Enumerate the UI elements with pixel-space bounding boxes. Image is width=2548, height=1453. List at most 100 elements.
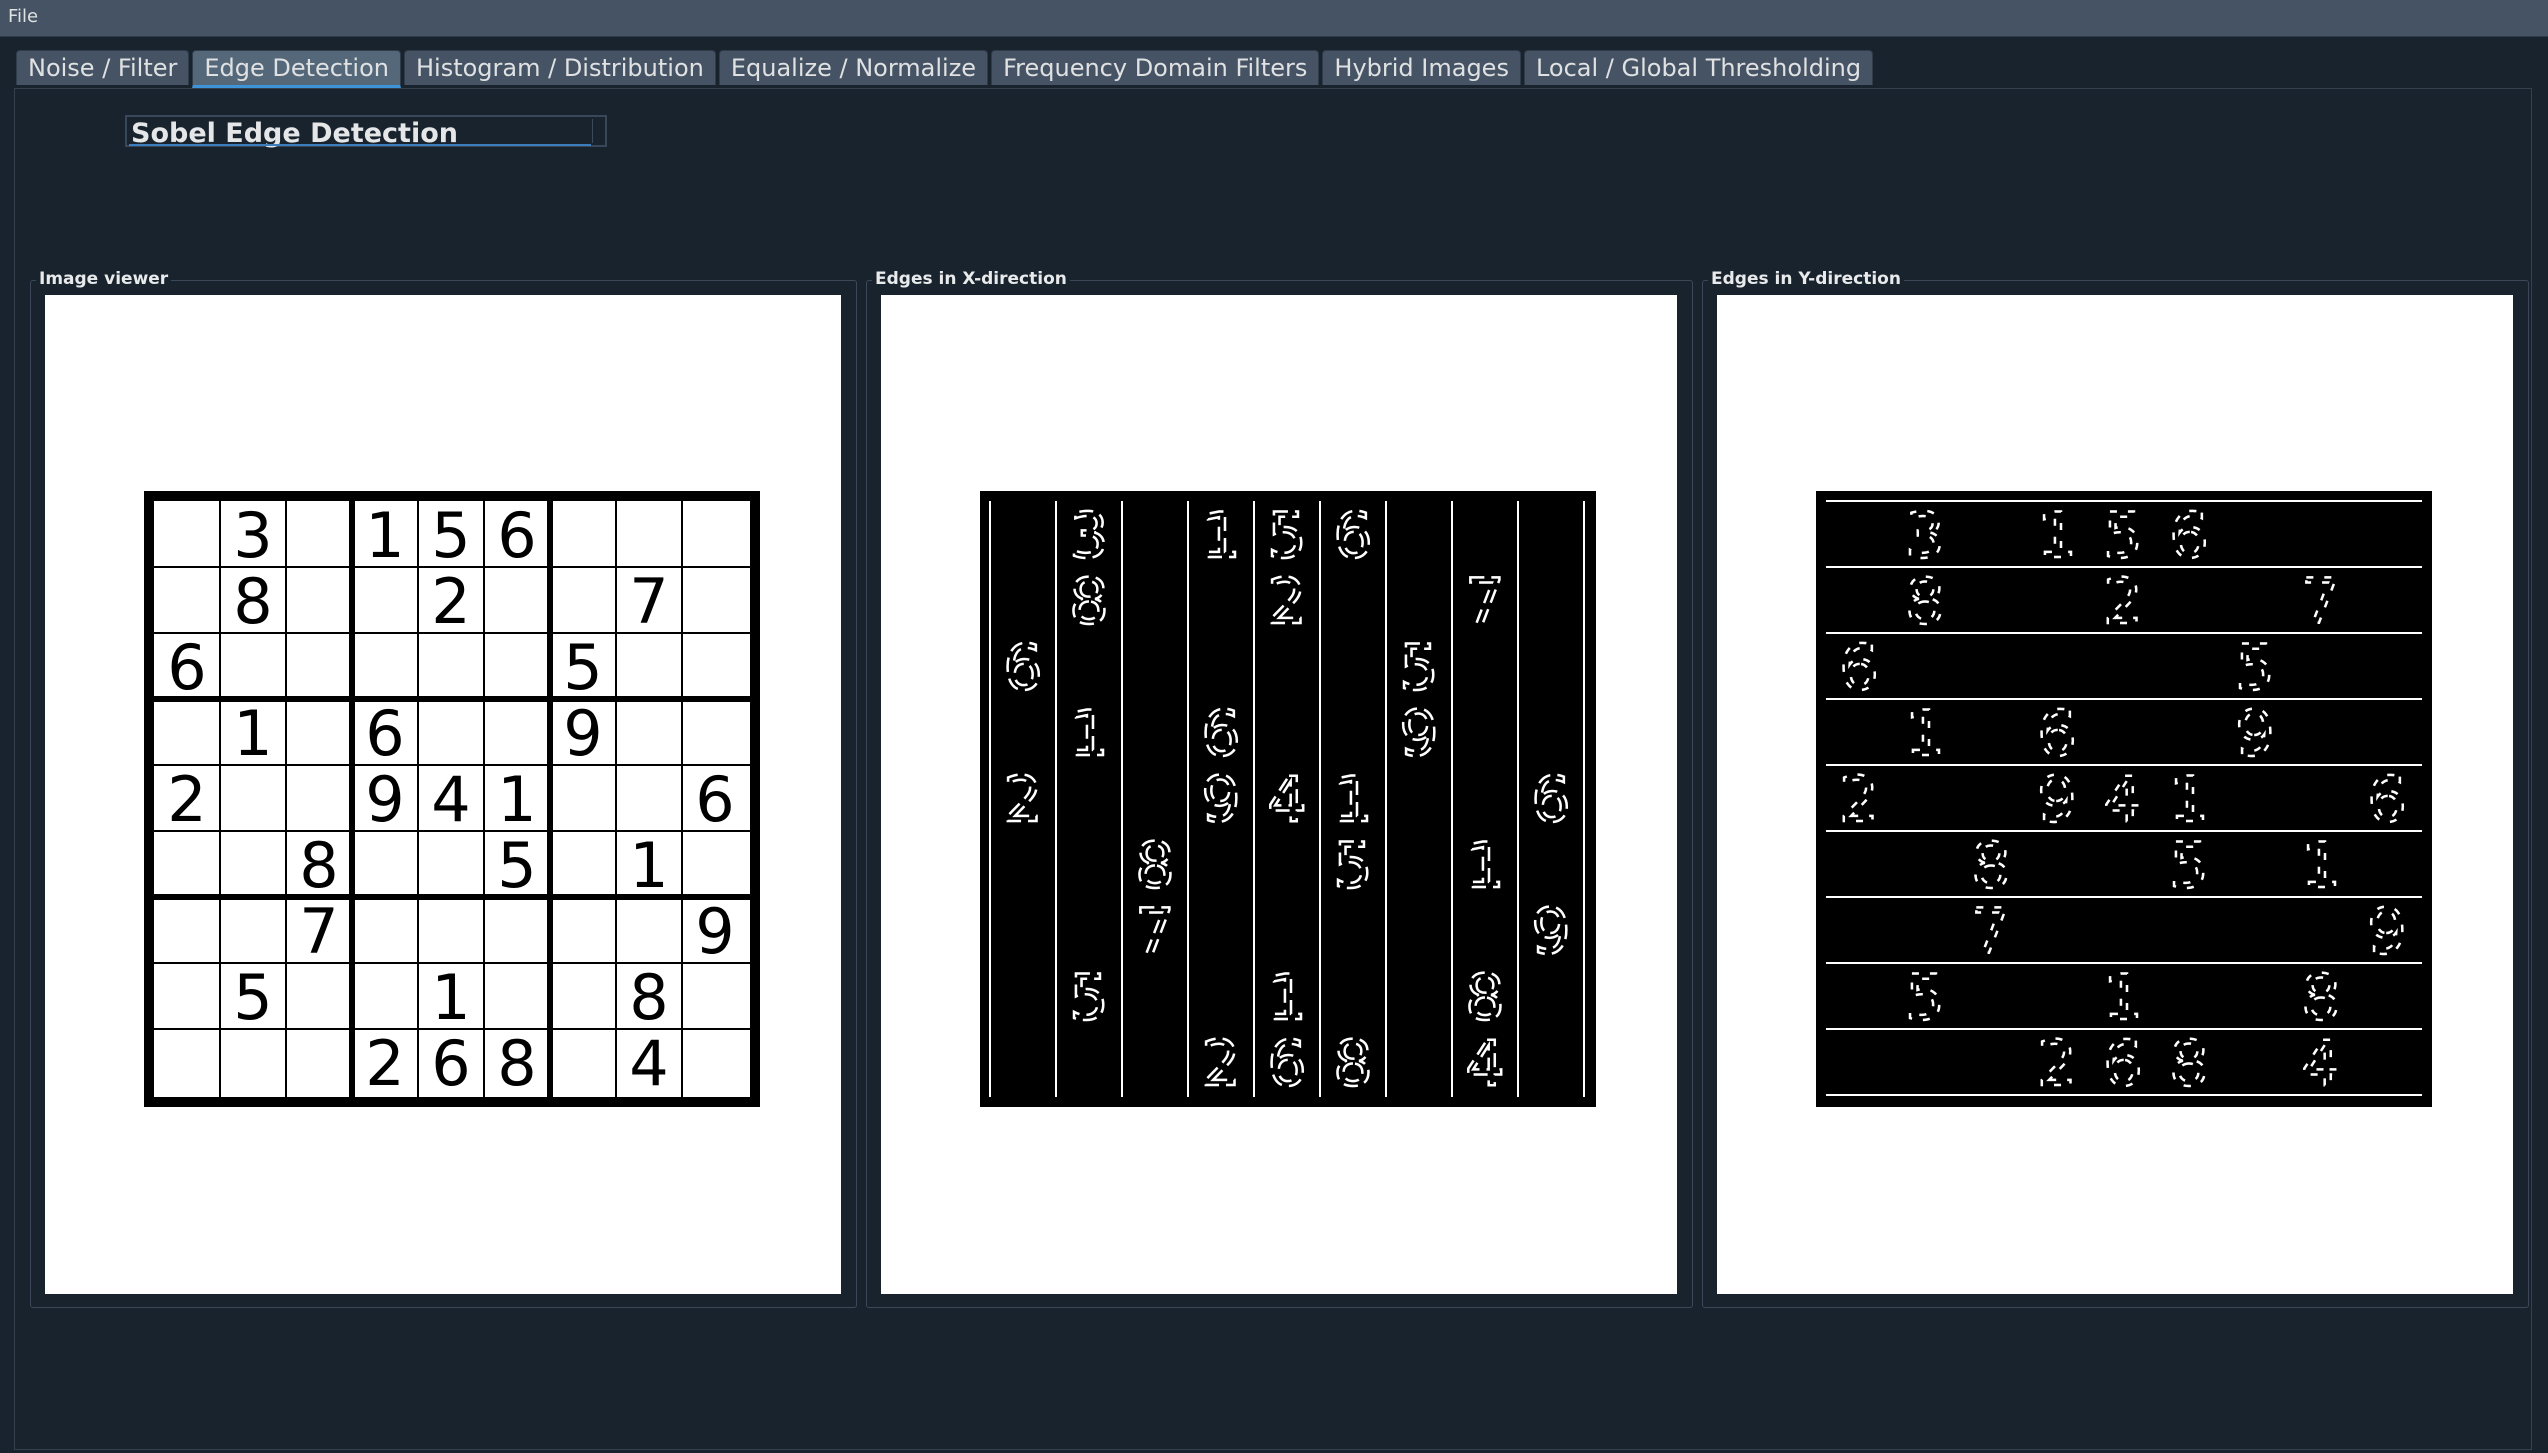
chevron-down-icon[interactable] bbox=[592, 119, 603, 143]
sudoku-digit: 8 bbox=[1333, 1027, 1372, 1100]
sudoku-digit: 8 bbox=[2301, 961, 2340, 1034]
sudoku-digit: 7 bbox=[2301, 565, 2340, 638]
sudoku-digit: 4 bbox=[1267, 763, 1306, 836]
x-edges-title: Edges in X-direction bbox=[872, 269, 1070, 289]
sudoku-digit: 1 bbox=[1465, 829, 1504, 902]
sudoku-digit: 8 bbox=[629, 961, 668, 1034]
sudoku-digit: 6 bbox=[497, 499, 536, 572]
sudoku-digit: 8 bbox=[497, 1027, 536, 1100]
sudoku-digit: 4 bbox=[2103, 763, 2142, 836]
sudoku-digit: 5 bbox=[2169, 829, 2208, 902]
sudoku-digit: 3 bbox=[1905, 499, 1944, 572]
sudoku-digit: 4 bbox=[629, 1027, 668, 1100]
sudoku-digit: 7 bbox=[1135, 895, 1174, 968]
sudoku-digit: 6 bbox=[431, 1027, 470, 1100]
sudoku-digit: 1 bbox=[1333, 763, 1372, 836]
tab-edge-detection[interactable]: Edge Detection bbox=[192, 50, 401, 88]
sudoku-digit: 1 bbox=[431, 961, 470, 1034]
tab-histogram-distribution[interactable]: Histogram / Distribution bbox=[403, 50, 716, 85]
tab-noise-filter[interactable]: Noise / Filter bbox=[16, 50, 190, 85]
sudoku-digit: 8 bbox=[233, 565, 272, 638]
sudoku-digit: 2 bbox=[2103, 565, 2142, 638]
sudoku-digit: 1 bbox=[629, 829, 668, 902]
sudoku-digit: 6 bbox=[2169, 499, 2208, 572]
sudoku-digit: 1 bbox=[2037, 499, 2076, 572]
x-edges-group: Edges in X-direction 3156827651692941685… bbox=[866, 269, 1693, 1308]
tab-bar: Noise / Filter Edge Detection Histogram … bbox=[16, 50, 1876, 88]
sudoku-digit: 9 bbox=[1201, 763, 1240, 836]
sudoku-digit: 1 bbox=[497, 763, 536, 836]
tab-frequency-domain-filters[interactable]: Frequency Domain Filters bbox=[991, 50, 1320, 85]
sudoku-digit: 4 bbox=[2301, 1027, 2340, 1100]
sudoku-digit: 5 bbox=[2103, 499, 2142, 572]
sudoku-digit: 9 bbox=[563, 697, 602, 770]
sudoku-digit: 9 bbox=[695, 895, 734, 968]
select-focus-underline bbox=[129, 144, 591, 146]
sudoku-digit: 6 bbox=[1201, 697, 1240, 770]
x-edges-svg: 3 1 5 68 2 76 51 6 92 9 4 1 68 5 17 95 1 82 6 8 4 bbox=[980, 491, 1596, 1107]
sudoku-digit: 6 bbox=[2367, 763, 2406, 836]
sudoku-digit: 7 bbox=[1971, 895, 2010, 968]
sudoku-digit: 5 bbox=[2235, 631, 2274, 704]
sudoku-digit: 1 bbox=[365, 499, 404, 572]
sudoku-digit: 7 bbox=[299, 895, 338, 968]
sudoku-digit: 5 bbox=[1905, 961, 1944, 1034]
sudoku-digit: 8 bbox=[2169, 1027, 2208, 1100]
sudoku-digit: 5 bbox=[1267, 499, 1306, 572]
menu-bar: File bbox=[0, 0, 2548, 37]
sudoku-digit: 6 bbox=[1267, 1027, 1306, 1100]
sudoku-digit: 2 bbox=[167, 763, 206, 836]
sudoku-digit: 1 bbox=[1905, 697, 1944, 770]
y-edges-canvas[interactable]: 31568276516929416851795182684 bbox=[1717, 295, 2513, 1294]
sudoku-digit: 4 bbox=[1465, 1027, 1504, 1100]
sudoku-digit: 8 bbox=[1069, 565, 1108, 638]
sudoku-digit: 2 bbox=[431, 565, 470, 638]
sudoku-digit: 1 bbox=[2301, 829, 2340, 902]
sudoku-digit: 1 bbox=[1267, 961, 1306, 1034]
sudoku-digit: 5 bbox=[1333, 829, 1372, 902]
y-edges-image: 31568276516929416851795182684 bbox=[1816, 491, 2432, 1107]
sudoku-digit: 6 bbox=[167, 631, 206, 704]
image-viewer-title: Image viewer bbox=[36, 269, 172, 289]
sudoku-digit: 6 bbox=[1839, 631, 1878, 704]
sudoku-digit: 5 bbox=[497, 829, 536, 902]
sudoku-digit: 6 bbox=[365, 697, 404, 770]
sudoku-digit: 9 bbox=[2037, 763, 2076, 836]
sudoku-digit: 6 bbox=[1003, 631, 1042, 704]
tab-equalize-normalize[interactable]: Equalize / Normalize bbox=[718, 50, 989, 85]
sudoku-digit: 8 bbox=[1135, 829, 1174, 902]
sudoku-digit: 9 bbox=[1531, 895, 1570, 968]
sudoku-digit: 7 bbox=[629, 565, 668, 638]
sudoku-digit: 2 bbox=[2037, 1027, 2076, 1100]
image-viewer-canvas[interactable]: 31568276516929416851795182684 bbox=[45, 295, 841, 1294]
original-sudoku-image: 31568276516929416851795182684 bbox=[144, 491, 760, 1107]
sudoku-digit: 5 bbox=[1069, 961, 1108, 1034]
sudoku-digit: 6 bbox=[695, 763, 734, 836]
edge-method-select[interactable]: Sobel Edge Detection bbox=[125, 115, 607, 149]
sudoku-digit: 2 bbox=[1267, 565, 1306, 638]
sudoku-digit: 1 bbox=[2103, 961, 2142, 1034]
sudoku-digit: 6 bbox=[1531, 763, 1570, 836]
sudoku-digit: 1 bbox=[1201, 499, 1240, 572]
x-edges-canvas[interactable]: 31568276516929416851795182684 bbox=[881, 295, 1677, 1294]
sudoku-digit: 2 bbox=[1839, 763, 1878, 836]
sudoku-digit: 5 bbox=[431, 499, 470, 572]
sudoku-digit: 4 bbox=[431, 763, 470, 836]
sudoku-digit: 9 bbox=[1399, 697, 1438, 770]
tab-thresholding[interactable]: Local / Global Thresholding bbox=[1523, 50, 1874, 85]
y-edges-title: Edges in Y-direction bbox=[1708, 269, 1904, 289]
sudoku-digit: 9 bbox=[2367, 895, 2406, 968]
menu-file[interactable]: File bbox=[8, 6, 38, 27]
sudoku-digit: 6 bbox=[1333, 499, 1372, 572]
sudoku-digit: 8 bbox=[299, 829, 338, 902]
sudoku-digit: 1 bbox=[1069, 697, 1108, 770]
sudoku-digit: 9 bbox=[2235, 697, 2274, 770]
tab-hybrid-images[interactable]: Hybrid Images bbox=[1322, 50, 1521, 85]
x-edges-image: 31568276516929416851795182684 bbox=[980, 491, 1596, 1107]
sudoku-digit: 2 bbox=[1201, 1027, 1240, 1100]
sudoku-digit: 5 bbox=[563, 631, 602, 704]
sudoku-digit: 1 bbox=[233, 697, 272, 770]
sudoku-digit: 3 bbox=[1069, 499, 1108, 572]
y-edges-svg: 3 1 5 68 2 76 51 6 92 9 4 1 68 5 17 95 1 82 6 8 4 bbox=[1816, 491, 2432, 1107]
sudoku-digit: 2 bbox=[1003, 763, 1042, 836]
